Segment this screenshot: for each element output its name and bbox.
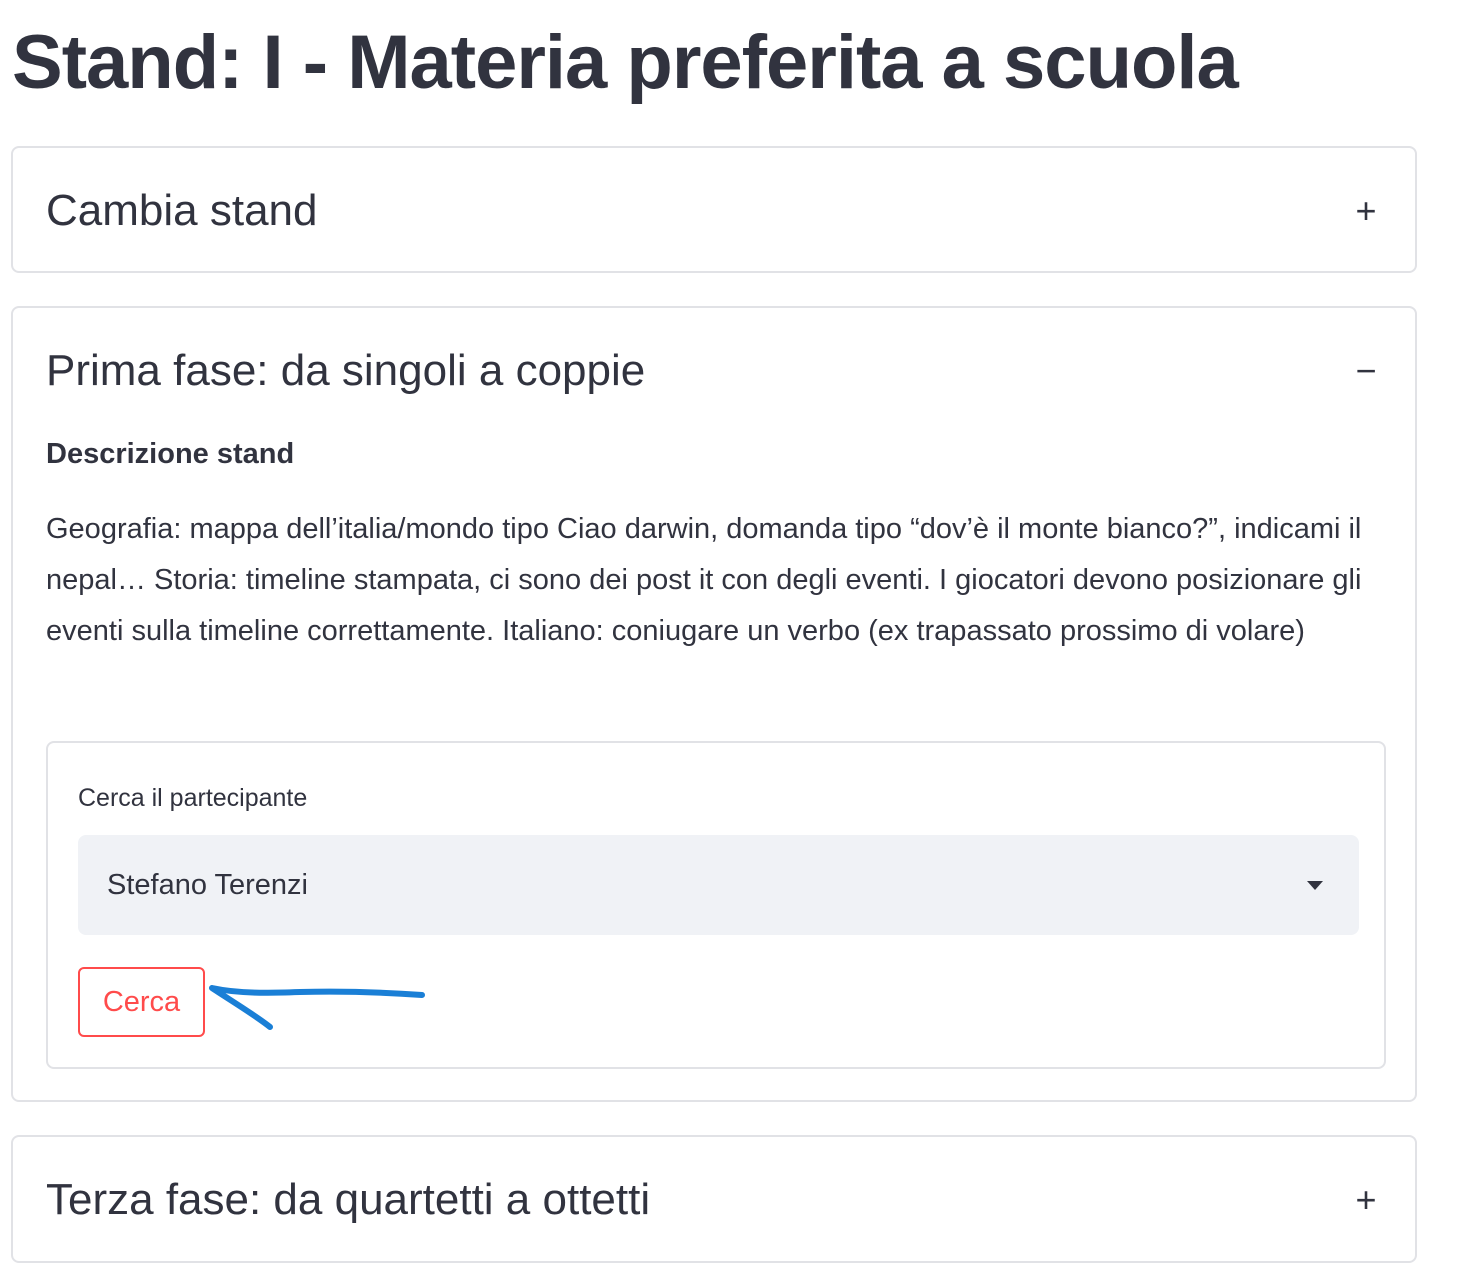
participant-select[interactable]: Stefano Terenzi (78, 835, 1359, 935)
expander-header-cambia-stand[interactable]: Cambia stand + (13, 148, 1415, 272)
expander-title: Prima fase: da singoli a coppie (46, 346, 646, 395)
page-title: Stand: I - Materia preferita a scuola (12, 20, 1239, 105)
expander-title: Cambia stand (46, 186, 318, 235)
participant-select-value: Stefano Terenzi (107, 869, 308, 901)
description-heading: Descrizione stand (46, 438, 295, 470)
search-form: Cerca il partecipante Stefano Terenzi Ce… (46, 741, 1386, 1069)
description-text: Geografia: mappa dell’italia/mondo tipo … (46, 513, 1362, 647)
expander-prima-fase: Prima fase: da singoli a coppie − Descri… (11, 306, 1417, 1102)
search-button[interactable]: Cerca (78, 967, 205, 1037)
expander-cambia-stand: Cambia stand + (11, 146, 1417, 273)
expander-header-prima-fase[interactable]: Prima fase: da singoli a coppie − (13, 308, 1415, 432)
expander-header-terza-fase[interactable]: Terza fase: da quartetti a ottetti + (13, 1137, 1415, 1261)
chevron-down-icon[interactable] (1307, 881, 1323, 890)
plus-icon[interactable]: + (1353, 1175, 1379, 1225)
participant-field-label: Cerca il partecipante (78, 784, 308, 812)
plus-icon[interactable]: + (1353, 186, 1379, 236)
expander-terza-fase: Terza fase: da quartetti a ottetti + (11, 1135, 1417, 1263)
minus-icon[interactable]: − (1353, 346, 1379, 396)
expander-title: Terza fase: da quartetti a ottetti (46, 1175, 651, 1224)
page: Stand: I - Materia preferita a scuola Ca… (0, 0, 1461, 1287)
